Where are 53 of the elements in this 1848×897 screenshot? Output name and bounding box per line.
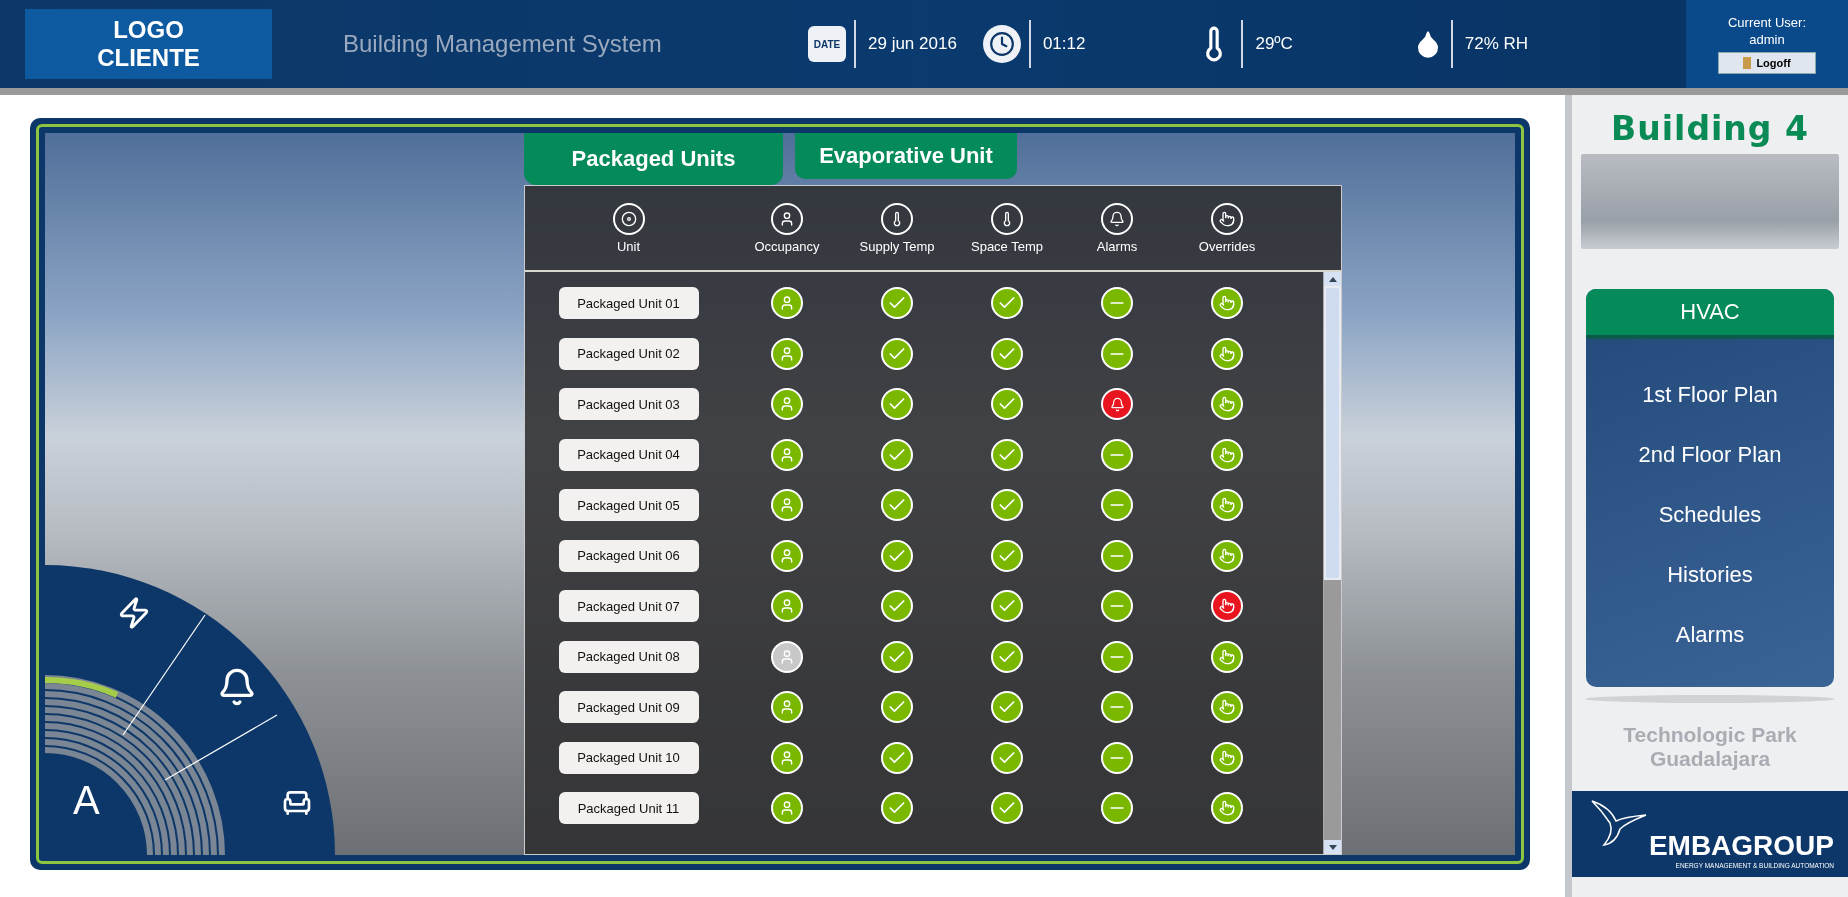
location-text: Technologic Park [1623, 723, 1797, 747]
unit-button[interactable]: Packaged Unit 05 [558, 489, 699, 522]
column-header: Occupancy [754, 238, 820, 254]
menu-item[interactable]: Schedules [1586, 485, 1834, 545]
thermometer-icon [881, 202, 913, 235]
bell-icon[interactable] [217, 667, 257, 707]
unit-button[interactable]: Packaged Unit 11 [558, 792, 699, 825]
logoff-button[interactable]: Logoff [1718, 51, 1816, 74]
tab[interactable]: Packaged Units [524, 133, 783, 185]
hand-icon [1211, 202, 1243, 235]
app-title: Building Management System [343, 30, 663, 58]
building-title: Building 4 [1611, 109, 1809, 148]
unit-button[interactable]: Packaged Unit 08 [558, 640, 699, 673]
logo-text: LOGO [113, 16, 184, 44]
column-header: Alarms [1096, 238, 1138, 254]
menu-item[interactable]: Alarms [1586, 605, 1834, 665]
unit-button[interactable]: Packaged Unit 06 [558, 539, 699, 572]
unit-button[interactable]: Packaged Unit 03 [558, 388, 699, 421]
date-text: 29 jun 2016 [868, 34, 957, 54]
unit-button[interactable]: Packaged Unit 09 [558, 691, 699, 724]
down-arrow-icon [1328, 844, 1337, 850]
scrollbar[interactable] [1323, 272, 1341, 854]
logo-text: CLIENTE [97, 44, 200, 72]
menu-item[interactable]: 1st Floor Plan [1586, 365, 1834, 425]
thermometer-icon [991, 202, 1023, 235]
time-text: 01:12 [1042, 34, 1086, 54]
column-header: Supply Temp [859, 238, 935, 254]
unit-button[interactable]: Packaged Unit 02 [558, 337, 699, 370]
unit-button[interactable]: Packaged Unit 04 [558, 438, 699, 471]
menu-item[interactable]: 2nd Floor Plan [1586, 425, 1834, 485]
bell-icon [1101, 202, 1133, 235]
unit-button[interactable]: Packaged Unit 10 [558, 741, 699, 774]
unit-button[interactable]: Packaged Unit 07 [558, 590, 699, 623]
location-text: Guadalajara [1649, 747, 1771, 771]
calendar-icon: DATE [808, 26, 846, 62]
door-icon [1743, 56, 1752, 69]
clock-icon [982, 25, 1021, 63]
column-header: Unit [616, 238, 641, 254]
column-header: Space Temp [971, 238, 1043, 254]
dial-letter: A [73, 778, 100, 823]
humidity-text: 72% RH [1464, 34, 1529, 54]
tab[interactable]: Evaporative Unit [795, 133, 1017, 179]
user-label: Current User: [1728, 14, 1806, 30]
column-header: Overrides [1198, 238, 1256, 254]
brand-name: EMBAGROUP [1648, 830, 1834, 862]
user-name: admin [1749, 31, 1785, 47]
up-arrow-icon [1328, 276, 1337, 282]
temperature-text: 29ºC [1255, 34, 1293, 54]
lightning-icon[interactable] [117, 596, 151, 630]
menu-header: HVAC [1586, 289, 1834, 339]
menu-item[interactable]: Histories [1586, 545, 1834, 605]
unit-button[interactable]: Packaged Unit 01 [558, 287, 699, 320]
person-icon [771, 202, 803, 235]
